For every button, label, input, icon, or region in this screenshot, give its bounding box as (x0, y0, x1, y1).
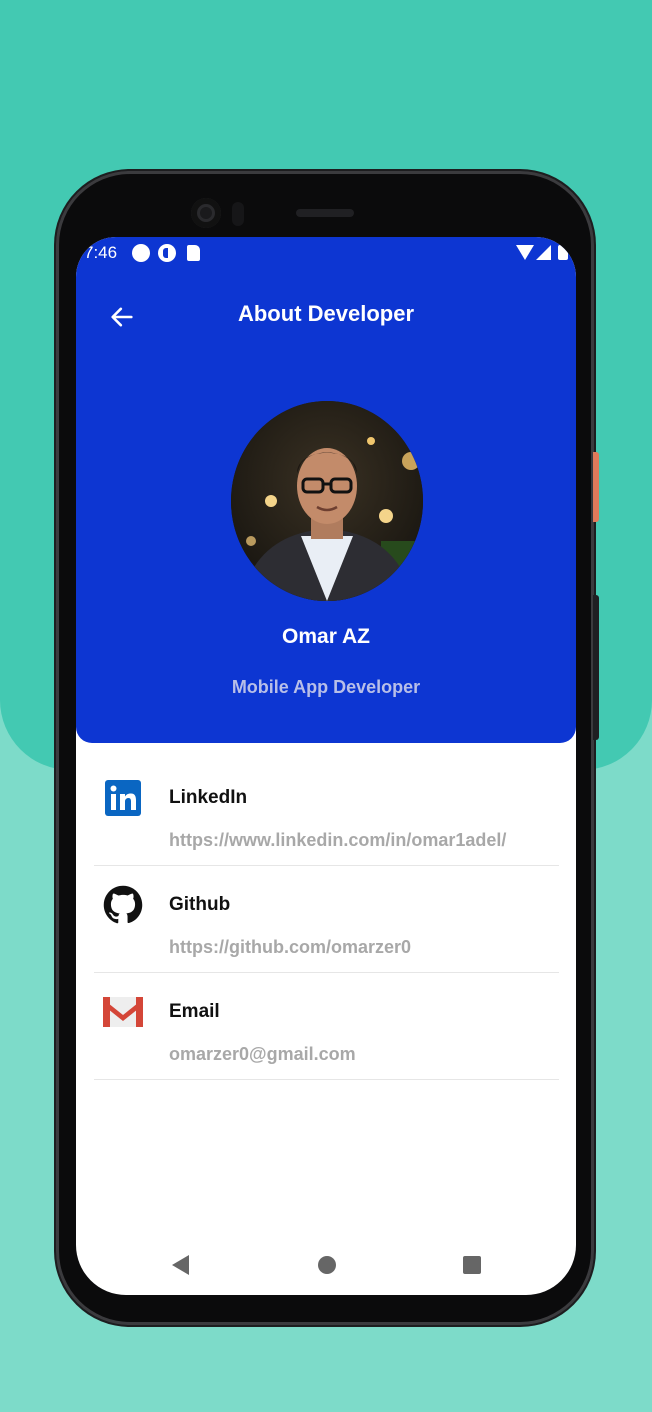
page-title: About Developer (237, 301, 415, 326)
status-time: 7:46 (84, 243, 118, 262)
home-circle-icon[interactable] (318, 1256, 336, 1274)
contact-item-github[interactable]: Github https://github.com/omarzer0 (94, 866, 559, 973)
contact-link[interactable]: https://github.com/omarzer0 (169, 937, 411, 958)
avatar (231, 401, 423, 601)
circle-icon (132, 244, 150, 262)
volume-button (593, 595, 599, 740)
front-camera (191, 198, 221, 228)
gmail-icon (102, 991, 144, 1033)
contact-link[interactable]: omarzer0@gmail.com (169, 1044, 356, 1065)
screen: 7:46 About Developer Omar AZ Mobile App … (76, 237, 576, 1295)
half-circle-icon (158, 244, 176, 262)
contact-title: Github (169, 894, 231, 915)
profile-role: Mobile App Developer (231, 677, 421, 697)
contact-title: LinkedIn (169, 787, 248, 808)
earpiece-speaker (296, 209, 354, 217)
proximity-sensor (232, 202, 244, 226)
sd-card-icon (187, 245, 200, 261)
battery-icon (558, 245, 568, 260)
signal-icon (536, 245, 551, 260)
profile-name: Omar AZ (282, 625, 370, 648)
contact-link[interactable]: https://www.linkedin.com/in/omar1adel/ (169, 830, 506, 851)
power-button (593, 452, 599, 522)
wifi-icon (516, 245, 534, 260)
linkedin-icon (102, 777, 144, 819)
status-bar: 7:46 (76, 237, 576, 267)
recents-square-icon[interactable] (463, 1256, 481, 1274)
system-nav-bar (76, 1237, 576, 1293)
contact-item-linkedin[interactable]: LinkedIn https://www.linkedin.com/in/oma… (94, 759, 559, 866)
contact-title: Email (169, 1001, 220, 1022)
back-triangle-icon[interactable] (172, 1255, 189, 1275)
github-icon (102, 884, 144, 926)
contact-item-email[interactable]: Email omarzer0@gmail.com (94, 973, 559, 1080)
profile-header: 7:46 About Developer Omar AZ Mobile App … (76, 237, 576, 743)
